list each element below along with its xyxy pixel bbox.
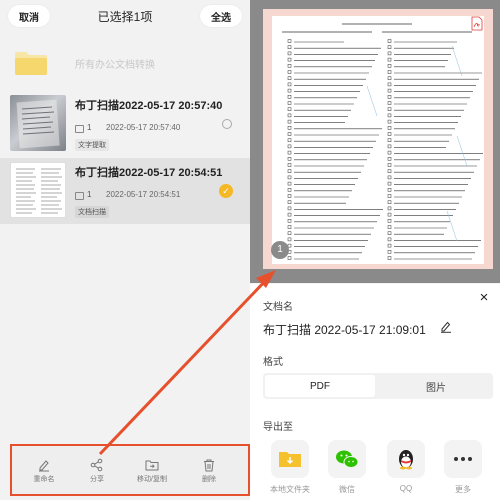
cancel-button[interactable]: 取消 [8,5,50,27]
document-list-pane: 取消 已选择1项 全选 所有办公文档转换 布丁扫描2022-05-17 20:5… [0,0,250,500]
more-dots-icon [454,457,472,461]
export-more-button[interactable] [444,440,482,478]
close-icon[interactable]: × [477,290,491,305]
delete-label: 删除 [202,476,216,483]
selected-check-icon[interactable]: ✓ [219,184,233,198]
selection-title: 已选择1项 [97,10,153,24]
export-wechat-button[interactable] [328,440,366,478]
wechat-icon [336,450,359,468]
folder-label: 所有办公文档转换 [75,60,155,71]
document-date: 2022-05-17 20:54:51 [106,190,181,199]
export-more-label: 更多 [455,485,471,494]
doc-name-label: 文档名 [263,302,293,313]
format-segmented-control: PDF 图片 [263,373,493,399]
page-count-icon [75,192,84,200]
export-qq-label: QQ [399,484,413,493]
document-thumbnail [10,95,66,151]
page-number-badge: 1 [271,241,289,259]
bottom-action-toolbar: 重命名 分享 移动/复制 删除 [10,444,250,496]
document-tag: 文档扫描 [75,206,109,218]
select-all-button[interactable]: 全选 [200,5,242,27]
share-icon [90,458,103,472]
document-thumbnail [10,162,66,218]
trash-icon [204,459,214,472]
page-count-icon [75,125,84,133]
export-local-folder-button[interactable] [271,440,309,478]
folder-download-icon [279,452,301,467]
doc-name-value[interactable]: 布丁扫描 2022-05-17 21:09:01 [263,321,426,338]
preview-page [272,16,484,264]
qq-penguin-icon [399,450,413,470]
export-label: 导出至 [263,422,293,433]
document-row[interactable]: 布丁扫描2022-05-17 20:57:40 1 2022-05-17 20:… [0,91,250,157]
pencil-icon [39,460,49,472]
document-preview [263,9,493,269]
document-title: 布丁扫描2022-05-17 20:57:40 [75,100,223,112]
document-row-selected[interactable]: 布丁扫描2022-05-17 20:54:51 1 2022-05-17 20:… [0,158,250,224]
format-option-image[interactable]: 图片 [381,375,491,397]
document-date: 2022-05-17 20:57:40 [106,123,181,132]
rename-label: 重命名 [33,476,55,483]
move-folder-icon [145,460,159,471]
page-count: 1 [87,190,92,199]
document-text-lines [282,23,483,260]
export-qq-button[interactable] [387,440,425,478]
move-copy-button[interactable]: 移动/复制 [127,458,177,484]
format-label: 格式 [263,357,283,368]
edit-pencil-icon[interactable] [439,320,452,333]
share-button[interactable]: 分享 [72,458,122,484]
document-title: 布丁扫描2022-05-17 20:54:51 [75,167,223,179]
document-tag: 文字提取 [75,139,109,151]
page-count: 1 [87,123,92,132]
unselected-radio[interactable] [222,119,232,129]
delete-button[interactable]: 删除 [184,458,234,484]
pdf-icon [470,16,484,31]
folder-row[interactable]: 所有办公文档转换 [0,40,250,84]
format-option-pdf[interactable]: PDF [265,375,375,397]
export-wechat-label: 微信 [339,485,355,494]
share-label: 分享 [90,476,104,483]
rename-button[interactable]: 重命名 [19,458,69,484]
export-local-folder-label: 本地文件夹 [270,485,310,494]
folder-icon [15,52,47,75]
move-copy-label: 移动/复制 [137,476,167,483]
